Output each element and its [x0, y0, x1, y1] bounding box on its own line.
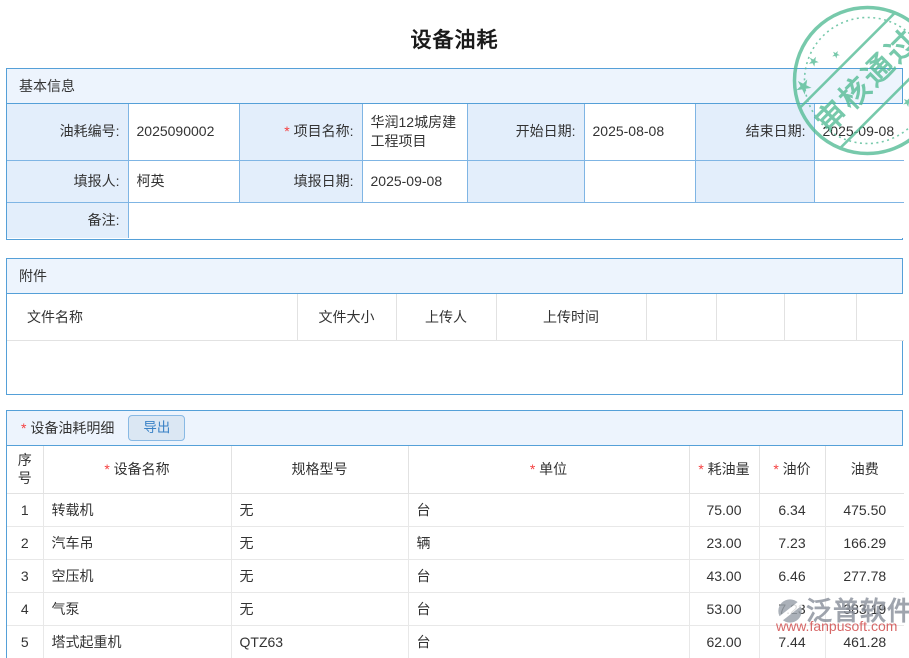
empty-value-cell [814, 160, 904, 202]
cell-unit: 台 [408, 625, 689, 658]
cell-equipment-name: 转载机 [43, 493, 231, 526]
value-start-date: 2025-08-08 [584, 104, 695, 160]
basic-info-table: 油耗编号: 2025090002 项目名称: 华润12城房建工程项目 开始日期:… [7, 104, 904, 238]
empty-value-cell [584, 160, 695, 202]
col-file-size: 文件大小 [297, 294, 396, 340]
cell-fuel-price: 7.44 [759, 625, 825, 658]
cell-spec-model: QTZ63 [231, 625, 408, 658]
cell-spec-model: 无 [231, 493, 408, 526]
col-spec-model: 规格型号 [231, 446, 408, 493]
cell-fuel-amount: 43.00 [689, 559, 759, 592]
cell-equipment-name: 塔式起重机 [43, 625, 231, 658]
cell-fuel-amount: 53.00 [689, 592, 759, 625]
table-row: 3 空压机 无 台 43.00 6.46 277.78 [7, 559, 904, 592]
details-section-title: 设备油耗明细 [21, 411, 114, 445]
cell-fuel-price: 7.23 [759, 526, 825, 559]
label-remark: 备注: [7, 202, 128, 238]
cell-fuel-cost: 383.19 [825, 592, 904, 625]
cell-fuel-cost: 166.29 [825, 526, 904, 559]
empty-label-cell [695, 160, 814, 202]
details-header-row: 序号 设备名称 规格型号 单位 耗油量 油价 油费 [7, 446, 904, 493]
value-project-name: 华润12城房建工程项目 [362, 104, 467, 160]
page-title: 设备油耗 [0, 24, 909, 54]
col-fuel-amount: 耗油量 [689, 446, 759, 493]
col-uploader: 上传人 [396, 294, 496, 340]
cell-unit: 台 [408, 559, 689, 592]
export-button[interactable]: 导出 [128, 415, 185, 441]
cell-unit: 台 [408, 592, 689, 625]
value-end-date: 2025-09-08 [814, 104, 904, 160]
cell-fuel-cost: 475.50 [825, 493, 904, 526]
cell-fuel-cost: 461.28 [825, 625, 904, 658]
details-table: 序号 设备名称 规格型号 单位 耗油量 油价 油费 1 转载机 无 台 75.0… [7, 446, 904, 658]
cell-seq: 3 [7, 559, 43, 592]
cell-equipment-name: 空压机 [43, 559, 231, 592]
cell-seq: 5 [7, 625, 43, 658]
cell-fuel-price: 7.23 [759, 592, 825, 625]
cell-fuel-amount: 62.00 [689, 625, 759, 658]
details-panel: 设备油耗明细 导出 序号 设备名称 规格型号 单位 耗油量 油价 油费 1 转载… [6, 410, 903, 658]
cell-seq: 4 [7, 592, 43, 625]
page: 设备油耗 基本信息 油耗编号: 2025090002 项目名称: 华润12城房建… [0, 0, 909, 658]
table-row: 2 汽车吊 无 辆 23.00 7.23 166.29 [7, 526, 904, 559]
basic-info-section-title: 基本信息 [7, 69, 902, 104]
cell-fuel-amount: 23.00 [689, 526, 759, 559]
cell-spec-model: 无 [231, 526, 408, 559]
attachments-table: 文件名称 文件大小 上传人 上传时间 [7, 294, 904, 341]
basic-info-panel: 基本信息 油耗编号: 2025090002 项目名称: 华润12城房建工程项目 … [6, 68, 903, 240]
cell-fuel-cost: 277.78 [825, 559, 904, 592]
attachments-panel: 附件 文件名称 文件大小 上传人 上传时间 [6, 258, 903, 395]
cell-equipment-name: 气泵 [43, 592, 231, 625]
empty-label-cell [467, 160, 584, 202]
cell-fuel-price: 6.34 [759, 493, 825, 526]
table-row: 1 转载机 无 台 75.00 6.34 475.50 [7, 493, 904, 526]
cell-unit: 辆 [408, 526, 689, 559]
cell-unit: 台 [408, 493, 689, 526]
cell-spec-model: 无 [231, 559, 408, 592]
value-remark [128, 202, 904, 238]
cell-equipment-name: 汽车吊 [43, 526, 231, 559]
col-empty [784, 294, 856, 340]
value-filler: 柯英 [128, 160, 239, 202]
col-fuel-price: 油价 [759, 446, 825, 493]
cell-fuel-price: 6.46 [759, 559, 825, 592]
cell-seq: 1 [7, 493, 43, 526]
col-fuel-cost: 油费 [825, 446, 904, 493]
label-end-date: 结束日期: [695, 104, 814, 160]
label-fill-date: 填报日期: [239, 160, 362, 202]
col-unit: 单位 [408, 446, 689, 493]
col-equipment-name: 设备名称 [43, 446, 231, 493]
col-upload-time: 上传时间 [496, 294, 646, 340]
label-fuel-code: 油耗编号: [7, 104, 128, 160]
table-row: 4 气泵 无 台 53.00 7.23 383.19 [7, 592, 904, 625]
col-empty [856, 294, 904, 340]
details-titlebar: 设备油耗明细 导出 [7, 411, 902, 446]
col-empty [646, 294, 716, 340]
attachments-section-title: 附件 [7, 259, 902, 294]
cell-spec-model: 无 [231, 592, 408, 625]
value-fuel-code: 2025090002 [128, 104, 239, 160]
value-fill-date: 2025-09-08 [362, 160, 467, 202]
label-start-date: 开始日期: [467, 104, 584, 160]
label-filler: 填报人: [7, 160, 128, 202]
col-seq: 序号 [7, 446, 43, 493]
label-project-name: 项目名称: [239, 104, 362, 160]
col-empty [716, 294, 784, 340]
col-file-name: 文件名称 [7, 294, 297, 340]
cell-seq: 2 [7, 526, 43, 559]
table-row: 5 塔式起重机 QTZ63 台 62.00 7.44 461.28 [7, 625, 904, 658]
cell-fuel-amount: 75.00 [689, 493, 759, 526]
